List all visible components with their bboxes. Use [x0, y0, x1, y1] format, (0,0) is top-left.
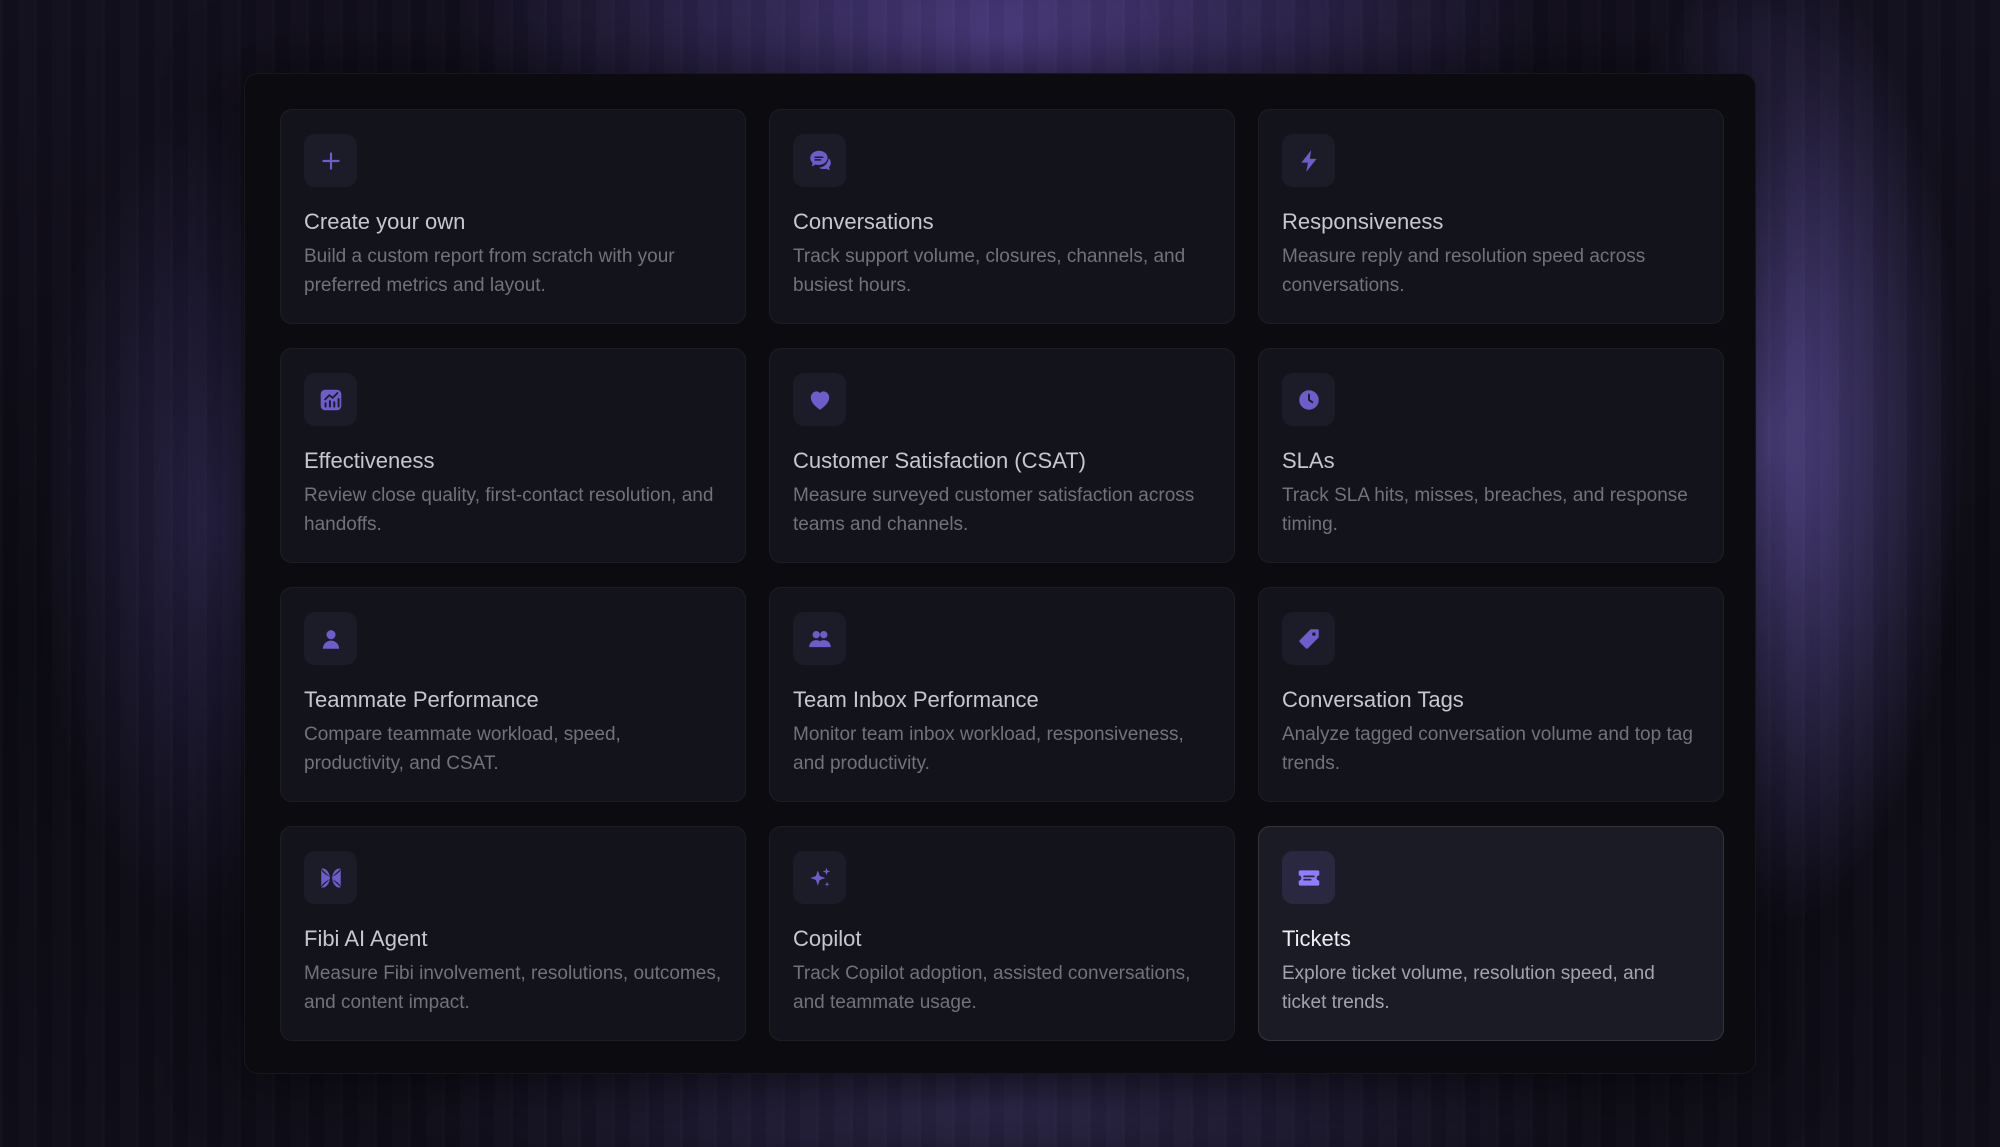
chart-icon — [304, 373, 357, 426]
report-templates-panel: Create your own Build a custom report fr… — [244, 73, 1756, 1074]
clock-icon — [1282, 373, 1335, 426]
report-card-slas[interactable]: SLAs Track SLA hits, misses, breaches, a… — [1258, 348, 1724, 563]
report-card-description: Measure surveyed customer satisfaction a… — [793, 485, 1195, 535]
report-card-teammate-performance[interactable]: Teammate Performance Compare teammate wo… — [280, 587, 746, 802]
report-card-description: Explore ticket volume, resolution speed,… — [1282, 963, 1655, 1013]
report-card-title: Create your own — [304, 209, 466, 234]
report-card-effectiveness[interactable]: Effectiveness Review close quality, firs… — [280, 348, 746, 563]
sparkles-icon — [793, 851, 846, 904]
report-card-title: Responsiveness — [1282, 209, 1444, 234]
plus-icon — [304, 134, 357, 187]
report-card-description: Measure Fibi involvement, resolutions, o… — [304, 963, 722, 1013]
report-grid: Create your own Build a custom report fr… — [280, 109, 1724, 1041]
report-card-title: Conversation Tags — [1282, 687, 1464, 712]
report-card-description: Track support volume, closures, channels… — [793, 246, 1186, 296]
report-card-title: Effectiveness — [304, 448, 435, 473]
person-icon — [304, 612, 357, 665]
report-card-description: Track SLA hits, misses, breaches, and re… — [1282, 485, 1688, 535]
lightning-bolt-icon — [1282, 134, 1335, 187]
report-card-description: Track Copilot adoption, assisted convers… — [793, 963, 1191, 1013]
report-card-description: Compare teammate workload, speed, produc… — [304, 724, 621, 774]
report-card-description: Monitor team inbox workload, responsiven… — [793, 724, 1184, 774]
report-card-title: Tickets — [1282, 926, 1351, 951]
report-card-description: Measure reply and resolution speed acros… — [1282, 246, 1646, 296]
report-card-title: Team Inbox Performance — [793, 687, 1039, 712]
report-card-description: Review close quality, first-contact reso… — [304, 485, 714, 535]
heart-icon — [793, 373, 846, 426]
fibi-logo-icon — [304, 851, 357, 904]
report-card-title: SLAs — [1282, 448, 1335, 473]
report-card-team-inbox-performance[interactable]: Team Inbox Performance Monitor team inbo… — [769, 587, 1235, 802]
report-card-conversations[interactable]: Conversations Track support volume, clos… — [769, 109, 1235, 324]
report-card-fibi-ai-agent[interactable]: Fibi AI Agent Measure Fibi involvement, … — [280, 826, 746, 1041]
report-card-description: Analyze tagged conversation volume and t… — [1282, 724, 1693, 774]
report-card-title: Teammate Performance — [304, 687, 539, 712]
chat-bubbles-icon — [793, 134, 846, 187]
report-card-responsiveness[interactable]: Responsiveness Measure reply and resolut… — [1258, 109, 1724, 324]
report-card-title: Customer Satisfaction (CSAT) — [793, 448, 1087, 473]
report-card-title: Copilot — [793, 926, 862, 951]
tag-icon — [1282, 612, 1335, 665]
report-card-tickets[interactable]: Tickets Explore ticket volume, resolutio… — [1258, 826, 1724, 1041]
report-card-create-your-own[interactable]: Create your own Build a custom report fr… — [280, 109, 746, 324]
report-card-title: Conversations — [793, 209, 934, 234]
report-card-description: Build a custom report from scratch with … — [304, 246, 675, 296]
report-card-copilot[interactable]: Copilot Track Copilot adoption, assisted… — [769, 826, 1235, 1041]
report-card-title: Fibi AI Agent — [304, 926, 428, 951]
team-icon — [793, 612, 846, 665]
ticket-icon — [1282, 851, 1335, 904]
report-card-conversation-tags[interactable]: Conversation Tags Analyze tagged convers… — [1258, 587, 1724, 802]
report-card-csat[interactable]: Customer Satisfaction (CSAT) Measure sur… — [769, 348, 1235, 563]
